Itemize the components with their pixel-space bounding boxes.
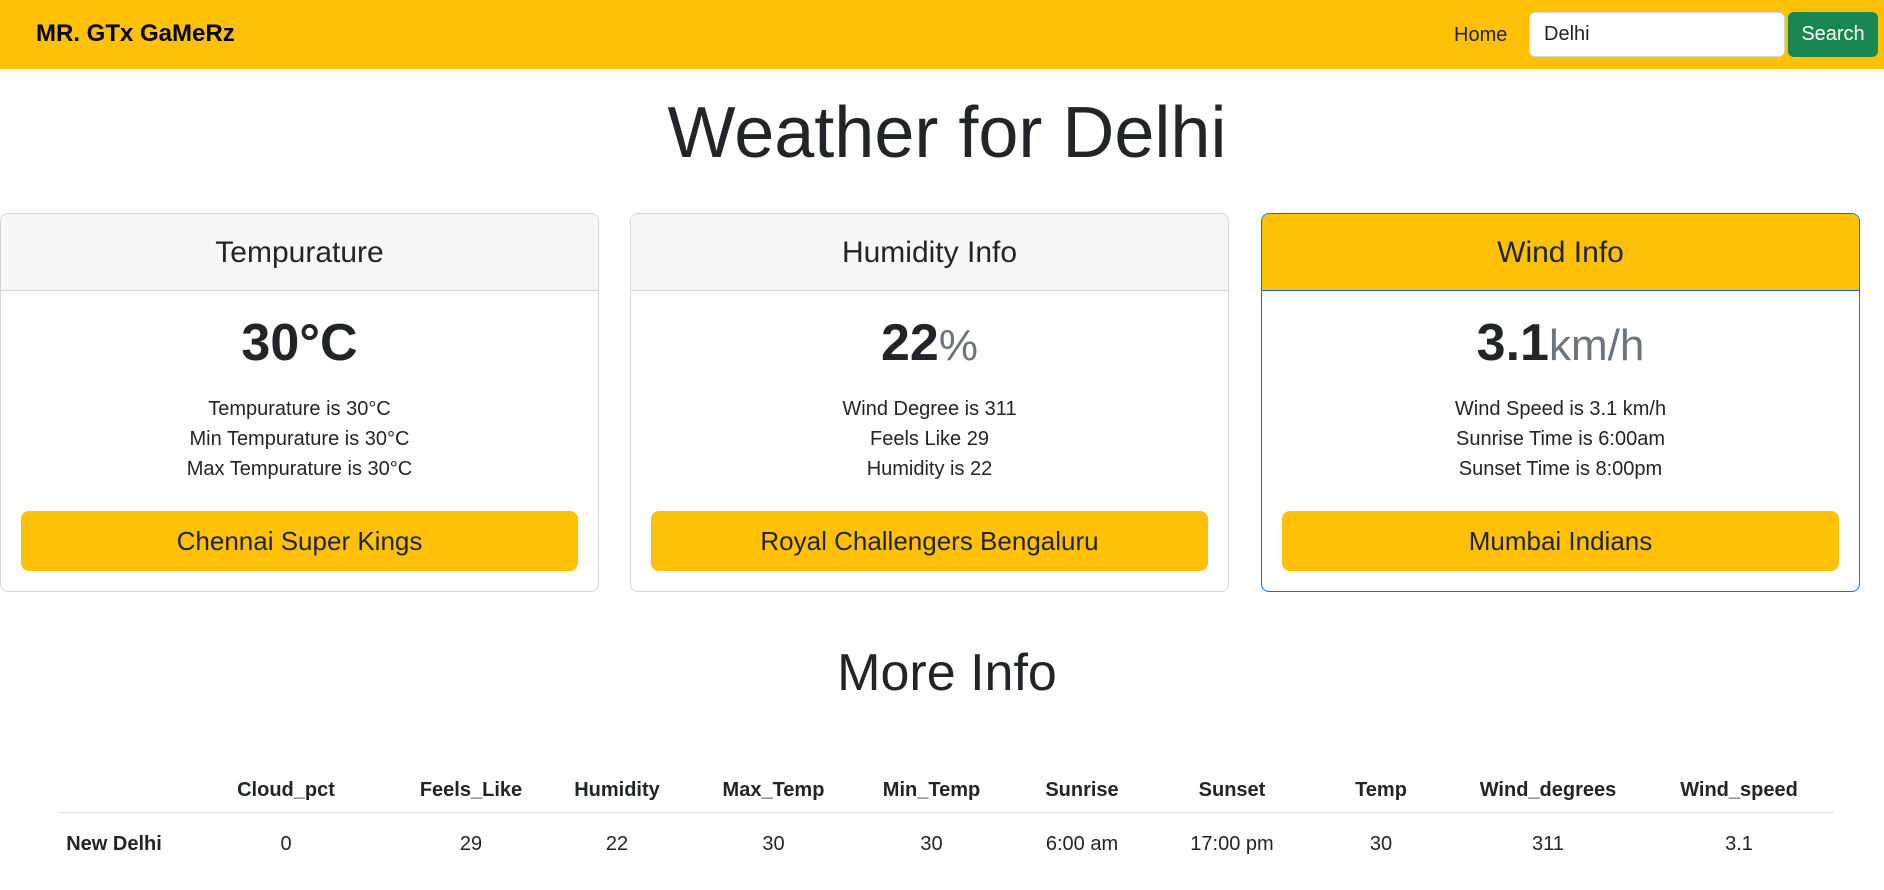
card-details: Wind Degree is 311 Feels Like 29 Humidit… <box>631 394 1228 484</box>
nav-home-link[interactable]: Home <box>1454 24 1507 47</box>
column-header: Max_Temp <box>694 770 853 813</box>
table-cell: 17:00 pm <box>1190 832 1274 855</box>
column-header: Sunset <box>1154 770 1310 813</box>
more-info-title: More Info <box>837 644 1057 702</box>
card-detail-line: Max Tempurature is 30°C <box>186 458 413 480</box>
team-button-rcb[interactable]: Royal Challengers Bengaluru <box>651 511 1208 571</box>
card-value: 3.1km/h <box>1262 313 1859 376</box>
column-header <box>58 770 170 813</box>
card-value: 22% <box>631 313 1228 376</box>
table-cell: 0 <box>280 832 292 855</box>
humidity-card: Humidity Info 22% Wind Degree is 311 Fee… <box>630 213 1229 592</box>
table-cell: 29 <box>459 832 483 855</box>
column-header: Temp <box>1310 770 1452 813</box>
card-header: Wind Info <box>1262 214 1859 291</box>
column-header: Cloud_pct <box>170 770 402 813</box>
column-header: Feels_Like <box>402 770 540 813</box>
card-detail-line: Wind Speed is 3.1 km/h <box>1454 398 1667 420</box>
card-detail-line: Wind Degree is 311 <box>842 398 1017 420</box>
card-detail-line: Min Tempurature is 30°C <box>189 428 410 450</box>
search-input[interactable] <box>1529 12 1785 57</box>
column-header: Wind_speed <box>1644 770 1834 813</box>
column-header: Sunrise <box>1010 770 1154 813</box>
page-title: Weather for Delhi <box>667 93 1227 173</box>
card-header: Tempurature <box>1 214 598 291</box>
table-cell: 30 <box>920 832 943 855</box>
card-detail-line: Tempurature is 30°C <box>208 398 391 420</box>
table-cell-city: New Delhi <box>66 832 162 855</box>
more-info-table: Cloud_pct Feels_Like Humidity Max_Temp M… <box>58 770 1834 859</box>
team-button-csk[interactable]: Chennai Super Kings <box>21 511 578 571</box>
wind-card: Wind Info 3.1km/h Wind Speed is 3.1 km/h… <box>1261 213 1860 592</box>
search-button[interactable]: Search <box>1788 12 1878 57</box>
card-value-number: 22 <box>881 314 939 372</box>
column-header: Humidity <box>540 770 694 813</box>
navbar: MR. GTx GaMeRz Home Search <box>0 0 1884 69</box>
card-detail-line: Feels Like 29 <box>870 428 989 450</box>
card-detail-line: Humidity is 22 <box>866 458 993 480</box>
column-header: Min_Temp <box>853 770 1010 813</box>
brand-logo[interactable]: MR. GTx GaMeRz <box>36 20 235 48</box>
card-value-unit: % <box>938 321 978 370</box>
card-value: 30°C <box>1 313 598 376</box>
table-row: New Delhi 0 29 22 30 30 6:00 am 17:00 pm… <box>58 812 1834 859</box>
card-details: Wind Speed is 3.1 km/h Sunrise Time is 6… <box>1262 394 1859 484</box>
card-detail-line: Sunrise Time is 6:00am <box>1456 428 1665 450</box>
temperature-card: Tempurature 30°C Tempurature is 30°C Min… <box>0 213 599 592</box>
card-value-unit: km/h <box>1548 321 1645 370</box>
card-header: Humidity Info <box>631 214 1228 291</box>
table-cell: 3.1 <box>1725 832 1753 855</box>
card-value-number: 3.1 <box>1476 314 1549 372</box>
table-header-row: Cloud_pct Feels_Like Humidity Max_Temp M… <box>58 770 1834 813</box>
table-cell: 30 <box>1369 832 1393 855</box>
table-cell: 6:00 am <box>1045 832 1119 855</box>
team-button-mi[interactable]: Mumbai Indians <box>1282 511 1839 571</box>
table-cell: 22 <box>605 832 629 855</box>
card-value-number: 30°C <box>241 314 358 372</box>
table-cell: 311 <box>1532 832 1564 855</box>
card-details: Tempurature is 30°C Min Tempurature is 3… <box>1 394 598 484</box>
table-cell: 30 <box>762 832 785 855</box>
card-detail-line: Sunset Time is 8:00pm <box>1458 458 1663 480</box>
column-header: Wind_degrees <box>1452 770 1644 813</box>
